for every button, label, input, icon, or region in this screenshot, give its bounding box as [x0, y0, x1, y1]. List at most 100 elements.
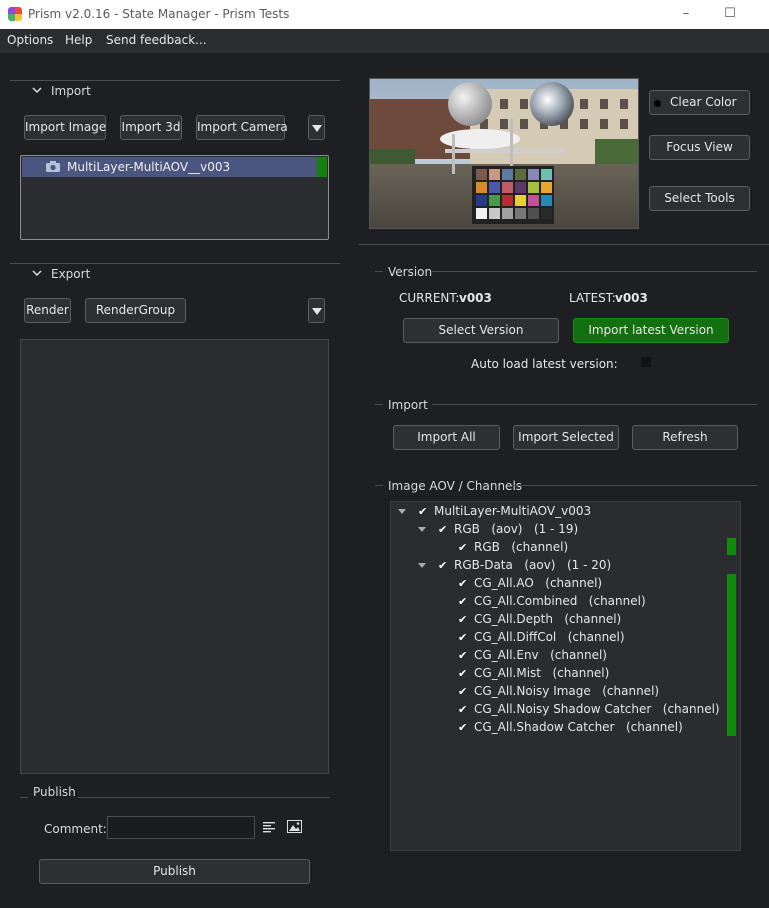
expand-arrow-icon[interactable]	[418, 527, 426, 532]
channel-status-bar	[727, 574, 736, 736]
checkbox-checked-icon[interactable]: ✔	[458, 667, 469, 680]
tree-channel[interactable]: ✔ CG_All.AO (channel)	[458, 576, 602, 594]
current-version-value: v003	[459, 291, 492, 305]
channel-name: RGB	[474, 540, 500, 554]
color-dot-icon	[654, 100, 661, 107]
window-title: Prism v2.0.16 - State Manager - Prism Te…	[28, 7, 290, 21]
tree-channel[interactable]: ✔ CG_All.Shadow Catcher (channel)	[458, 720, 683, 738]
import-actions-label: Import	[388, 398, 428, 412]
checkbox-checked-icon[interactable]: ✔	[438, 559, 449, 572]
tree-channel[interactable]: ✔ CG_All.Noisy Image (channel)	[458, 684, 659, 702]
export-dropdown-button[interactable]	[308, 298, 325, 323]
collapse-chevron-icon[interactable]	[32, 268, 42, 278]
minimize-icon[interactable]: –	[676, 4, 696, 24]
channel-name: CG_All.Noisy Image	[474, 684, 591, 698]
channel-status-bar	[727, 538, 736, 555]
menu-help[interactable]: Help	[65, 33, 92, 47]
tree-channel[interactable]: ✔ CG_All.Depth (channel)	[458, 612, 621, 630]
checkbox-checked-icon[interactable]: ✔	[458, 703, 469, 716]
tree-aov-rgb-data[interactable]: ✔ RGB-Data (aov) (1 - 20)	[438, 558, 611, 576]
auto-load-checkbox[interactable]	[641, 357, 651, 367]
checkbox-checked-icon[interactable]: ✔	[458, 685, 469, 698]
aov-name: RGB	[454, 522, 480, 536]
tree-channel[interactable]: ✔ CG_All.Mist (channel)	[458, 666, 609, 684]
aov-type: (aov)	[524, 558, 556, 572]
aov-range: (1 - 20)	[566, 558, 612, 572]
channel-type: (channel)	[545, 576, 603, 590]
text-align-icon[interactable]	[263, 821, 275, 833]
clear-color-label: Clear Color	[670, 95, 737, 109]
channel-name: CG_All.DiffCol	[474, 630, 557, 644]
collapse-chevron-icon[interactable]	[32, 85, 42, 95]
tree-channel[interactable]: ✔ CG_All.Noisy Shadow Catcher (channel)	[458, 702, 720, 720]
rendergroup-button[interactable]: RenderGroup	[85, 298, 186, 323]
version-section-label: Version	[388, 265, 433, 279]
channel-type: (channel)	[564, 612, 622, 626]
status-indicator	[317, 157, 327, 177]
aov-type: (aov)	[491, 522, 523, 536]
import-selected-button[interactable]: Import Selected	[513, 425, 619, 450]
export-state-list[interactable]	[20, 339, 329, 774]
checkbox-checked-icon[interactable]: ✔	[458, 541, 469, 554]
checkbox-checked-icon[interactable]: ✔	[418, 505, 429, 518]
clear-color-button[interactable]: Clear Color	[649, 90, 750, 115]
checkbox-checked-icon[interactable]: ✔	[458, 595, 469, 608]
camera-icon	[46, 161, 60, 172]
tree-channel[interactable]: ✔ RGB (channel)	[458, 540, 568, 558]
comment-input[interactable]	[107, 816, 255, 839]
maximize-icon[interactable]: ☐	[720, 4, 740, 24]
expand-arrow-icon[interactable]	[398, 509, 406, 514]
import-dropdown-button[interactable]	[308, 115, 325, 140]
menu-send-feedback[interactable]: Send feedback...	[106, 33, 207, 47]
channel-type: (channel)	[662, 702, 720, 716]
checkbox-checked-icon[interactable]: ✔	[458, 649, 469, 662]
channel-type: (channel)	[567, 630, 625, 644]
publish-button[interactable]: Publish	[39, 859, 310, 884]
import-3d-button[interactable]: Import 3d	[120, 115, 182, 140]
channel-name: CG_All.Depth	[474, 612, 553, 626]
checkbox-checked-icon[interactable]: ✔	[458, 721, 469, 734]
select-version-button[interactable]: Select Version	[403, 318, 559, 343]
channel-type: (channel)	[550, 648, 607, 662]
channel-name: CG_All.Env	[474, 648, 539, 662]
aov-range: (1 - 19)	[533, 522, 579, 536]
tree-root[interactable]: ✔ MultiLayer-MultiAOV_v003	[418, 504, 591, 522]
latest-version-value: v003	[615, 291, 648, 305]
latest-version-label: LATEST:	[569, 291, 616, 305]
preview-image[interactable]	[369, 78, 639, 229]
channel-name: CG_All.Combined	[474, 594, 578, 608]
checkbox-checked-icon[interactable]: ✔	[458, 613, 469, 626]
channel-name: CG_All.Shadow Catcher	[474, 720, 615, 734]
select-tools-button[interactable]: Select Tools	[649, 186, 750, 211]
tree-aov-rgb[interactable]: ✔ RGB (aov) (1 - 19)	[438, 522, 578, 540]
tree-channel[interactable]: ✔ CG_All.Env (channel)	[458, 648, 607, 666]
comment-label: Comment:	[44, 822, 107, 836]
channel-type: (channel)	[602, 684, 660, 698]
tree-channel[interactable]: ✔ CG_All.Combined (channel)	[458, 594, 646, 612]
channel-type: (channel)	[511, 540, 569, 554]
import-state-list[interactable]: MultiLayer-MultiAOV__v003	[20, 155, 329, 240]
channel-type: (channel)	[552, 666, 610, 680]
expand-arrow-icon[interactable]	[418, 563, 426, 568]
import-all-button[interactable]: Import All	[393, 425, 500, 450]
checkbox-checked-icon[interactable]: ✔	[458, 577, 469, 590]
import-item-label: MultiLayer-MultiAOV__v003	[67, 160, 231, 174]
aov-section-label: Image AOV / Channels	[388, 479, 523, 493]
import-camera-button[interactable]: Import Camera	[196, 115, 288, 140]
image-icon[interactable]	[287, 820, 302, 833]
tree-channel[interactable]: ✔ CG_All.DiffCol (channel)	[458, 630, 625, 648]
tree-root-label: MultiLayer-MultiAOV_v003	[434, 504, 592, 518]
menu-options[interactable]: Options	[7, 33, 53, 47]
export-section-label: Export	[51, 267, 91, 281]
import-image-button[interactable]: Import Image	[24, 115, 106, 140]
list-item[interactable]: MultiLayer-MultiAOV__v003	[22, 157, 327, 177]
publish-section-label: Publish	[33, 785, 76, 799]
channel-name: CG_All.Noisy Shadow Catcher	[474, 702, 652, 716]
focus-view-button[interactable]: Focus View	[649, 135, 750, 160]
checkbox-checked-icon[interactable]: ✔	[458, 631, 469, 644]
render-button[interactable]: Render	[24, 298, 71, 323]
import-latest-version-button[interactable]: Import latest Version	[573, 318, 729, 343]
refresh-button[interactable]: Refresh	[632, 425, 738, 450]
channel-type: (channel)	[625, 720, 683, 734]
checkbox-checked-icon[interactable]: ✔	[438, 523, 449, 536]
